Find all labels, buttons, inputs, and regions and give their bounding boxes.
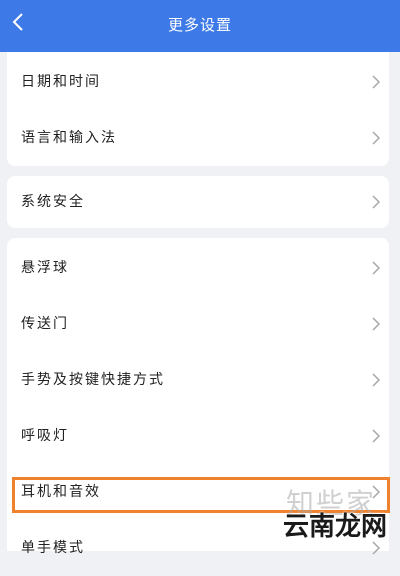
settings-group-datetime: 日期和时间 语言和输入法 — [7, 52, 389, 166]
title-bar: 更多设置 — [0, 0, 400, 52]
chevron-right-icon — [372, 317, 381, 331]
watermark-dark: 云南龙网 — [283, 512, 388, 542]
settings-item-system-security[interactable]: 系统安全 — [7, 174, 389, 230]
chevron-right-icon — [372, 429, 381, 443]
settings-item-label: 呼吸灯 — [21, 428, 69, 444]
settings-group-security: 系统安全 — [7, 176, 389, 228]
settings-item-language-input[interactable]: 语言和输入法 — [7, 110, 389, 166]
chevron-right-icon — [372, 373, 381, 387]
settings-item-label: 悬浮球 — [21, 260, 69, 276]
settings-item-label: 传送门 — [21, 316, 69, 332]
chevron-right-icon — [372, 261, 381, 275]
settings-item-label: 日期和时间 — [21, 74, 101, 90]
settings-item-label: 系统安全 — [21, 194, 85, 210]
settings-item-gesture-shortcuts[interactable]: 手势及按键快捷方式 — [7, 352, 389, 408]
chevron-right-icon — [372, 195, 381, 209]
settings-item-label: 耳机和音效 — [21, 484, 101, 500]
settings-item-label: 手势及按键快捷方式 — [21, 372, 165, 388]
chevron-right-icon — [372, 131, 381, 145]
page-title: 更多设置 — [167, 16, 232, 34]
settings-item-label: 语言和输入法 — [21, 130, 117, 146]
settings-item-portal[interactable]: 传送门 — [7, 296, 389, 352]
settings-item-floating-ball[interactable]: 悬浮球 — [7, 240, 389, 296]
settings-item-date-time[interactable]: 日期和时间 — [7, 54, 389, 110]
settings-item-label: 单手模式 — [21, 540, 85, 556]
chevron-right-icon — [372, 75, 381, 89]
settings-item-breathing-light[interactable]: 呼吸灯 — [7, 408, 389, 464]
